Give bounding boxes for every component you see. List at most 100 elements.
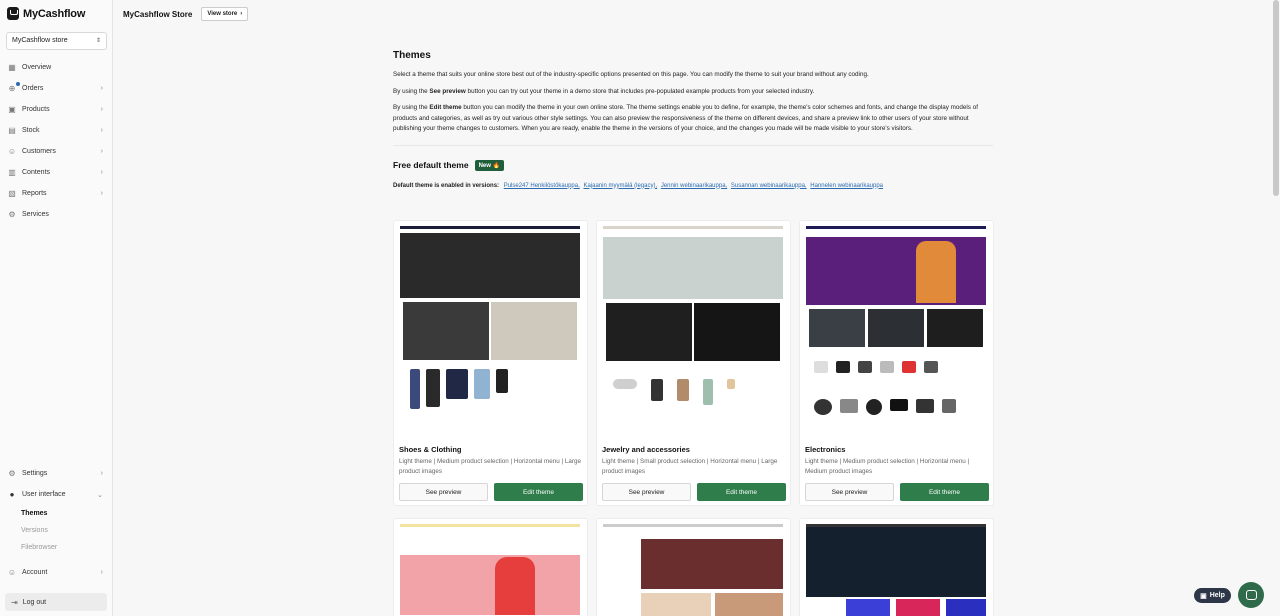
section-header: Free default theme New 🔥: [393, 159, 993, 171]
theme-card: Shoes & Clothing Light theme | Medium pr…: [393, 220, 588, 506]
stock-icon: ▤: [8, 126, 16, 135]
version-link[interactable]: Kajaanin myymälä (legacy),: [583, 183, 657, 189]
sidebar-item-customers[interactable]: ☺ Customers ›: [0, 141, 112, 162]
sidebar-subitem-themes[interactable]: Themes: [0, 505, 112, 522]
promo-image: [694, 303, 780, 361]
sidebar-item-label: Orders: [22, 85, 44, 92]
view-store-label: View store: [207, 11, 238, 17]
view-store-button[interactable]: View store ›: [201, 7, 249, 21]
sidebar-item-user-interface[interactable]: ● User interface ⌄: [0, 484, 112, 505]
hero-figure: [916, 241, 956, 303]
theme-thumbnail[interactable]: [603, 226, 783, 436]
theme-card: Electronics Light theme | Medium product…: [799, 220, 994, 506]
theme-thumbnail[interactable]: [400, 524, 580, 616]
droplet-icon: ●: [9, 490, 15, 499]
logo-text: MyCashflow: [23, 7, 86, 20]
promo-image: [641, 593, 711, 616]
theme-thumbnail[interactable]: [603, 524, 783, 616]
sidebar-subitem-filebrowser[interactable]: Filebrowser: [0, 539, 112, 556]
version-link[interactable]: Susannan webinaarikauppa,: [731, 183, 807, 189]
scrollbar[interactable]: [1273, 0, 1279, 196]
logout-label: Log out: [22, 598, 47, 606]
promo-image: [846, 599, 890, 616]
version-link[interactable]: Pulse247 Henkilöstökauppa,: [504, 183, 580, 189]
promo-image: [896, 599, 940, 616]
sidebar-item-label: Account: [22, 569, 48, 576]
box-icon: ▣: [8, 105, 16, 114]
help-button[interactable]: ▣ Help: [1194, 588, 1231, 603]
store-title: MyCashflow Store: [123, 9, 193, 19]
product-row: [410, 369, 508, 409]
promo-image: [809, 309, 865, 347]
version-link[interactable]: Jennin webinaarikauppa,: [661, 183, 727, 189]
see-preview-button[interactable]: See preview: [602, 483, 691, 501]
chevron-right-icon: ›: [100, 85, 103, 92]
hero-image: [806, 527, 986, 597]
chat-icon: [1245, 590, 1257, 600]
new-badge: New 🔥: [474, 159, 505, 171]
edit-help-text: By using the Edit theme button you can m…: [393, 104, 978, 132]
sidebar-item-products[interactable]: ▣ Products ›: [0, 99, 112, 120]
sidebar-item-label: Stock: [22, 127, 40, 134]
sidebar-item-settings[interactable]: ⚙ Settings ›: [0, 463, 112, 484]
promo-image: [403, 302, 489, 360]
sidebar: MyCashflow MyCashflow store ⇕ ▦ Overview…: [0, 0, 113, 616]
sidebar-item-overview[interactable]: ▦ Overview: [0, 57, 112, 78]
store-select-value: MyCashflow store: [12, 37, 68, 44]
section-title: Free default theme: [393, 160, 469, 170]
sidebar-item-stock[interactable]: ▤ Stock ›: [0, 120, 112, 141]
sidebar-item-contents[interactable]: ▥ Contents ›: [0, 162, 112, 183]
sidebar-item-orders[interactable]: ⊕ Orders ›: [0, 78, 112, 99]
hero-image: [603, 237, 783, 299]
notification-dot: [16, 82, 20, 86]
edit-theme-button[interactable]: Edit theme: [900, 483, 989, 501]
promo-image: [946, 599, 986, 616]
main-nav: ▦ Overview ⊕ Orders › ▣ Products › ▤ Sto…: [0, 57, 112, 225]
promo-image: [927, 309, 983, 347]
hero-figure: [495, 557, 535, 615]
see-preview-button[interactable]: See preview: [399, 483, 488, 501]
edit-theme-button[interactable]: Edit theme: [697, 483, 786, 501]
main-content: Themes Select a theme that suits your on…: [393, 50, 994, 616]
logout-button[interactable]: ⇥ Log out: [5, 593, 107, 611]
chevron-right-icon: ›: [100, 106, 103, 113]
chevron-right-icon: ›: [100, 470, 103, 477]
preview-help-text: By using the See preview button you can …: [393, 87, 815, 95]
chevron-right-icon: ›: [100, 569, 103, 576]
divider: [393, 144, 993, 146]
theme-card: [596, 518, 791, 616]
chat-button[interactable]: [1238, 582, 1264, 608]
versions-label: Default theme is enabled in versions:: [393, 182, 500, 189]
sidebar-subitem-versions[interactable]: Versions: [0, 522, 112, 539]
theme-thumbnail[interactable]: [806, 226, 986, 436]
theme-description: Light theme | Medium product selection |…: [399, 458, 582, 475]
see-preview-button[interactable]: See preview: [805, 483, 894, 501]
edit-theme-button[interactable]: Edit theme: [494, 483, 583, 501]
theme-thumbnail[interactable]: [806, 524, 986, 616]
gear-icon: ⚙: [8, 469, 16, 478]
theme-name: Electronics: [805, 445, 846, 454]
topbar: MyCashflow Store View store ›: [113, 0, 1280, 28]
hero-image: [400, 233, 580, 298]
intro-text: Select a theme that suits your online st…: [393, 71, 869, 78]
logo[interactable]: MyCashflow: [7, 7, 85, 20]
sidebar-bottom: ⚙ Settings › ● User interface ⌄ Themes V…: [0, 463, 112, 583]
theme-thumbnail[interactable]: [400, 226, 580, 436]
sidebar-item-label: Services: [22, 211, 49, 218]
sidebar-item-services[interactable]: ⚙ Services: [0, 204, 112, 225]
product-row: [814, 361, 938, 373]
store-select[interactable]: MyCashflow store ⇕: [6, 32, 107, 50]
theme-description: Light theme | Medium product selection |…: [805, 458, 970, 475]
sidebar-item-reports[interactable]: ▧ Reports ›: [0, 183, 112, 204]
services-icon: ⚙: [8, 210, 16, 219]
sidebar-item-account[interactable]: ☺ Account ›: [0, 562, 112, 583]
theme-name: Shoes & Clothing: [399, 445, 462, 454]
logout-icon: ⇥: [11, 597, 18, 607]
theme-card: [393, 518, 588, 616]
theme-card: [799, 518, 994, 616]
sidebar-item-label: Contents: [22, 169, 51, 176]
promo-image: [715, 593, 783, 616]
product-row: [613, 379, 735, 405]
theme-card: Jewelry and accessories Light theme | Sm…: [596, 220, 791, 506]
version-link[interactable]: Hannelen webinaarikauppa: [810, 183, 883, 189]
